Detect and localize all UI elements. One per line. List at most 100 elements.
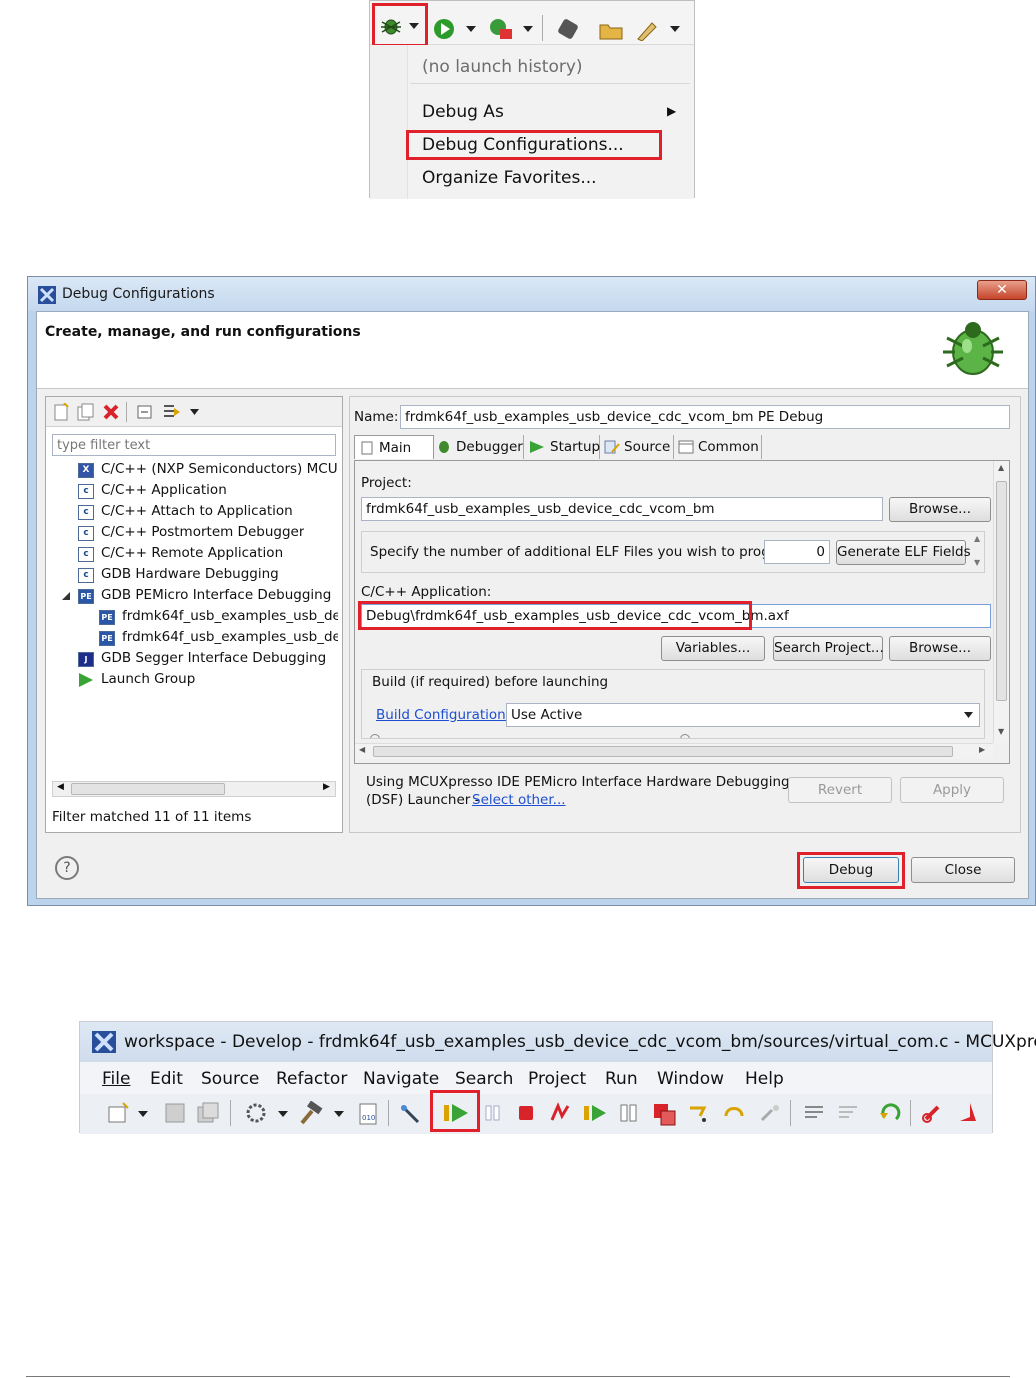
menu-file[interactable]: File xyxy=(102,1069,130,1089)
duplicate-icon[interactable] xyxy=(76,403,94,421)
help-icon[interactable]: ? xyxy=(55,856,79,880)
tree-item-frdmk64f-2[interactable]: frdmk64f_usb_examples_usb_devic xyxy=(122,629,338,645)
probe-icon[interactable] xyxy=(634,17,660,41)
probe-icon[interactable] xyxy=(398,1102,422,1124)
drop-to-frame-icon[interactable] xyxy=(836,1102,862,1124)
tree-item-postmortem[interactable]: C/C++ Postmortem Debugger xyxy=(101,524,304,540)
scroll-left-icon[interactable]: ◀ xyxy=(57,782,64,792)
tree-item-gdb-segger[interactable]: GDB Segger Interface Debugging xyxy=(101,650,326,666)
chevron-down-icon[interactable] xyxy=(278,1111,288,1119)
debug-button[interactable]: Debug xyxy=(803,857,899,883)
debug-button-highlight[interactable] xyxy=(372,3,428,47)
menu-edit[interactable]: Edit xyxy=(150,1069,183,1089)
menu-item-organize-favorites[interactable]: Organize Favorites... xyxy=(422,168,597,188)
core-view-icon[interactable] xyxy=(618,1102,642,1124)
radio-disable-autobuild[interactable] xyxy=(680,734,690,738)
suspend-icon[interactable] xyxy=(482,1102,504,1124)
menu-refactor[interactable]: Refactor xyxy=(276,1069,347,1089)
scrollbar-thumb[interactable] xyxy=(71,783,225,795)
radio-enable-autobuild[interactable] xyxy=(370,734,380,738)
tree-horizontal-scrollbar[interactable]: ◀ ▶ xyxy=(52,781,336,797)
tree-expanded-icon[interactable] xyxy=(62,592,70,600)
menu-source[interactable]: Source xyxy=(201,1069,259,1089)
browse-project-button[interactable]: Browse... xyxy=(889,497,991,522)
delete-icon[interactable] xyxy=(102,403,120,421)
tab-main[interactable]: Main xyxy=(354,435,434,459)
scroll-right-icon[interactable]: ▶ xyxy=(323,782,330,792)
select-other-link[interactable]: Select other... xyxy=(472,792,566,808)
variables-button[interactable]: Variables... xyxy=(661,636,765,661)
run-icon[interactable] xyxy=(432,17,456,41)
build-configuration-link[interactable]: Build Configuration: xyxy=(376,707,510,723)
project-field[interactable]: frdmk64f_usb_examples_usb_device_cdc_vco… xyxy=(361,497,883,521)
menu-item-debug-configurations[interactable]: Debug Configurations... xyxy=(422,135,624,155)
new-icon[interactable] xyxy=(106,1102,130,1124)
open-folder-icon[interactable] xyxy=(598,17,624,41)
menu-run[interactable]: Run xyxy=(605,1069,638,1089)
step-over-icon[interactable] xyxy=(722,1102,748,1124)
save-icon[interactable] xyxy=(164,1102,186,1124)
menu-project[interactable]: Project xyxy=(528,1069,586,1089)
tree-item-launch-group[interactable]: Launch Group xyxy=(101,671,195,687)
tree-item-nxp-mcu[interactable]: C/C++ (NXP Semiconductors) MCU Ap xyxy=(101,461,341,477)
chip-icon[interactable] xyxy=(556,17,580,41)
chevron-down-icon[interactable] xyxy=(190,409,199,416)
multicore-icon[interactable] xyxy=(652,1102,678,1126)
debug-resume-icon[interactable] xyxy=(442,1102,470,1124)
collapse-all-icon[interactable] xyxy=(136,403,154,421)
settings-gear-icon[interactable] xyxy=(244,1102,268,1124)
chevron-down-icon[interactable] xyxy=(670,26,680,34)
build-configuration-select[interactable]: Use Active xyxy=(506,703,980,727)
tab-startup[interactable]: Startup xyxy=(526,435,600,459)
scrollbar-thumb[interactable] xyxy=(996,481,1007,701)
menu-navigate[interactable]: Navigate xyxy=(363,1069,439,1089)
menu-window[interactable]: Window xyxy=(657,1069,724,1089)
instruction-stepping-icon[interactable] xyxy=(802,1102,828,1124)
browse-application-button[interactable]: Browse... xyxy=(889,636,991,661)
elf-count-field[interactable]: 0 xyxy=(764,540,830,564)
menu-search[interactable]: Search xyxy=(455,1069,513,1089)
search-project-button[interactable]: Search Project... xyxy=(773,636,884,661)
refresh-icon[interactable] xyxy=(878,1101,904,1125)
red-probe-icon[interactable] xyxy=(956,1101,982,1125)
binary-file-icon[interactable]: 010 xyxy=(358,1102,380,1126)
elf-inner-scrollbar[interactable]: ▲ ▼ xyxy=(974,534,984,570)
window-close-button[interactable]: ✕ xyxy=(977,280,1027,300)
disconnect-icon[interactable] xyxy=(548,1102,572,1124)
tab-source[interactable]: Source xyxy=(602,435,674,459)
filter-icon[interactable] xyxy=(162,403,182,421)
generate-elf-fields-button[interactable]: Generate ELF Fields xyxy=(836,540,971,565)
tree-item-gdb-hardware[interactable]: GDB Hardware Debugging xyxy=(101,566,279,582)
save-all-icon[interactable] xyxy=(196,1102,220,1124)
name-field[interactable]: frdmk64f_usb_examples_usb_device_cdc_vco… xyxy=(400,405,1010,429)
revert-button[interactable]: Revert xyxy=(788,777,892,803)
menu-item-debug-as[interactable]: Debug As xyxy=(422,102,504,122)
scrollbar-thumb[interactable] xyxy=(373,746,953,757)
restart-icon[interactable] xyxy=(582,1102,608,1124)
tree-item-c-application[interactable]: C/C++ Application xyxy=(101,482,227,498)
tree-item-remote[interactable]: C/C++ Remote Application xyxy=(101,545,283,561)
build-hammer-icon[interactable] xyxy=(298,1101,324,1125)
tree-item-frdmk64f-1[interactable]: frdmk64f_usb_examples_usb_devic xyxy=(122,608,338,624)
chevron-down-icon[interactable] xyxy=(409,23,419,31)
link-icon[interactable] xyxy=(920,1101,946,1125)
tree-item-attach[interactable]: C/C++ Attach to Application xyxy=(101,503,293,519)
step-into-icon[interactable] xyxy=(686,1102,712,1124)
main-horizontal-scrollbar[interactable]: ◀ ▶ xyxy=(355,743,993,759)
main-vertical-scrollbar[interactable]: ▲ ▼ xyxy=(993,461,1009,743)
chevron-down-icon[interactable] xyxy=(523,26,533,34)
tab-debugger[interactable]: Debugger xyxy=(434,435,524,459)
new-configuration-icon[interactable] xyxy=(52,403,70,421)
filter-input[interactable]: type filter text xyxy=(52,434,336,456)
step-return-icon[interactable] xyxy=(756,1102,782,1124)
chevron-down-icon[interactable] xyxy=(334,1111,344,1119)
tree-item-gdb-pemicro[interactable]: GDB PEMicro Interface Debugging xyxy=(101,587,331,603)
chevron-down-icon[interactable] xyxy=(466,26,476,34)
tab-common[interactable]: Common xyxy=(676,435,762,459)
terminate-icon[interactable] xyxy=(516,1103,536,1123)
external-tools-icon[interactable] xyxy=(488,17,514,41)
apply-button[interactable]: Apply xyxy=(900,777,1004,803)
close-button[interactable]: Close xyxy=(911,857,1015,883)
menu-help[interactable]: Help xyxy=(745,1069,784,1089)
chevron-down-icon[interactable] xyxy=(138,1111,148,1119)
